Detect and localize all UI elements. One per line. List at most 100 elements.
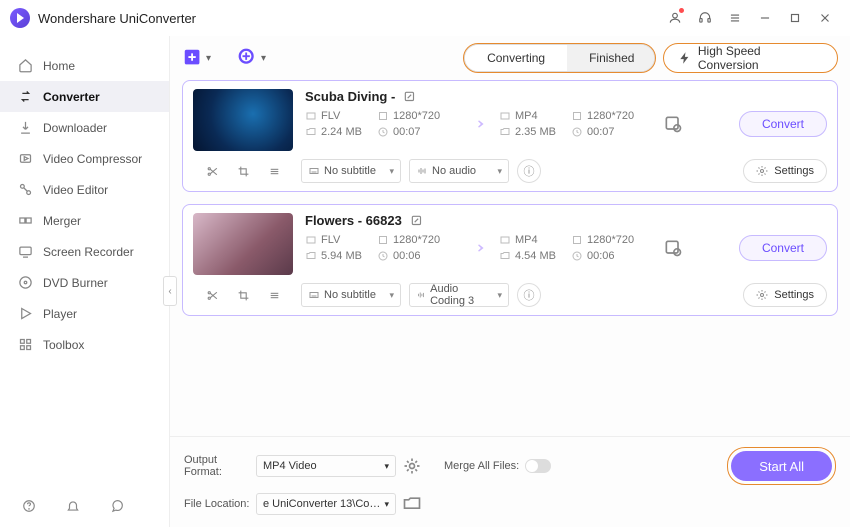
sidebar-item-label: Screen Recorder xyxy=(43,245,134,259)
bell-icon[interactable] xyxy=(62,495,84,517)
in-duration: 00:06 xyxy=(377,250,459,262)
file-location-dropdown[interactable]: e UniConverter 13\Converted▾ xyxy=(256,493,396,515)
file-thumbnail[interactable] xyxy=(193,213,293,275)
info-button[interactable]: ⓘ xyxy=(517,283,541,307)
out-size: 2.35 MB xyxy=(499,126,571,138)
sidebar-item-compressor[interactable]: Video Compressor xyxy=(0,143,169,174)
convert-button[interactable]: Convert xyxy=(739,111,827,137)
add-url-button[interactable]: ▾ xyxy=(237,47,266,69)
file-card: Scuba Diving - FLV 1280*720 MP4 1280*720… xyxy=(182,80,838,192)
sidebar-item-label: Toolbox xyxy=(43,338,84,352)
chevron-down-icon: ▾ xyxy=(389,290,394,301)
convert-button[interactable]: Convert xyxy=(739,235,827,261)
start-all-button[interactable]: Start All xyxy=(731,451,832,481)
chevron-down-icon: ▾ xyxy=(389,166,394,177)
in-format: FLV xyxy=(305,110,377,122)
more-icon[interactable] xyxy=(268,165,281,178)
menu-icon[interactable] xyxy=(724,7,746,29)
sidebar-item-label: Video Editor xyxy=(43,183,108,197)
maximize-icon[interactable] xyxy=(784,7,806,29)
merge-label: Merge All Files: xyxy=(444,460,519,472)
arrow-right-icon xyxy=(468,237,490,259)
file-thumbnail[interactable] xyxy=(193,89,293,151)
chevron-down-icon: ▾ xyxy=(384,499,389,510)
account-icon[interactable] xyxy=(664,7,686,29)
sidebar-item-editor[interactable]: Video Editor xyxy=(0,174,169,205)
chevron-down-icon: ▾ xyxy=(206,53,211,64)
high-speed-toggle[interactable]: High Speed Conversion xyxy=(663,43,838,73)
audio-dropdown[interactable]: No audio▾ xyxy=(409,159,509,183)
titlebar: Wondershare UniConverter xyxy=(0,0,850,36)
sidebar-item-dvd[interactable]: DVD Burner xyxy=(0,267,169,298)
subtitle-dropdown[interactable]: No subtitle▾ xyxy=(301,159,401,183)
settings-button[interactable]: Settings xyxy=(743,159,827,183)
trim-icon[interactable] xyxy=(206,289,219,302)
open-folder-icon[interactable] xyxy=(402,494,422,514)
file-title: Flowers - 66823 xyxy=(305,213,402,228)
in-resolution: 1280*720 xyxy=(377,110,459,122)
tab-converting[interactable]: Converting xyxy=(465,45,567,71)
sidebar-item-label: DVD Burner xyxy=(43,276,108,290)
sidebar: Home Converter Downloader Video Compress… xyxy=(0,36,170,527)
merge-toggle[interactable] xyxy=(525,459,551,473)
headset-icon[interactable] xyxy=(694,7,716,29)
in-format: FLV xyxy=(305,234,377,246)
sidebar-item-label: Downloader xyxy=(43,121,107,135)
status-tabs: Converting Finished xyxy=(464,44,655,72)
out-format: MP4 xyxy=(499,110,571,122)
out-format: MP4 xyxy=(499,234,571,246)
main-panel: ▾ ▾ Converting Finished High Speed Conve… xyxy=(170,36,850,527)
in-resolution: 1280*720 xyxy=(377,234,459,246)
info-button[interactable]: ⓘ xyxy=(517,159,541,183)
add-file-button[interactable]: ▾ xyxy=(182,47,211,69)
output-settings-icon[interactable] xyxy=(663,114,683,134)
sidebar-item-merger[interactable]: Merger xyxy=(0,205,169,236)
help-icon[interactable] xyxy=(18,495,40,517)
more-icon[interactable] xyxy=(268,289,281,302)
in-size: 2.24 MB xyxy=(305,126,377,138)
close-icon[interactable] xyxy=(814,7,836,29)
sidebar-item-toolbox[interactable]: Toolbox xyxy=(0,329,169,360)
out-duration: 00:07 xyxy=(571,126,653,138)
output-format-label: Output Format: xyxy=(184,454,256,478)
crop-icon[interactable] xyxy=(237,165,250,178)
sidebar-item-label: Player xyxy=(43,307,77,321)
sidebar-item-recorder[interactable]: Screen Recorder xyxy=(0,236,169,267)
app-title: Wondershare UniConverter xyxy=(38,11,196,26)
sidebar-item-label: Converter xyxy=(43,90,100,104)
chevron-down-icon: ▾ xyxy=(261,53,266,64)
output-settings-icon[interactable] xyxy=(663,238,683,258)
file-location-label: File Location: xyxy=(184,498,256,510)
sidebar-item-home[interactable]: Home xyxy=(0,50,169,81)
sidebar-item-downloader[interactable]: Downloader xyxy=(0,112,169,143)
high-speed-label: High Speed Conversion xyxy=(698,44,823,72)
chevron-down-icon: ▾ xyxy=(384,461,389,472)
edit-icon[interactable] xyxy=(410,214,424,228)
tab-finished[interactable]: Finished xyxy=(567,45,655,71)
in-size: 5.94 MB xyxy=(305,250,377,262)
subtitle-dropdown[interactable]: No subtitle▾ xyxy=(301,283,401,307)
feedback-icon[interactable] xyxy=(106,495,128,517)
chevron-down-icon: ▾ xyxy=(497,166,502,177)
footer: Output Format: MP4 Video▾ Merge All File… xyxy=(170,436,850,527)
crop-icon[interactable] xyxy=(237,289,250,302)
sidebar-item-converter[interactable]: Converter xyxy=(0,81,169,112)
sidebar-item-label: Home xyxy=(43,59,75,73)
settings-button[interactable]: Settings xyxy=(743,283,827,307)
app-logo-icon xyxy=(10,8,30,28)
minimize-icon[interactable] xyxy=(754,7,776,29)
output-settings-icon[interactable] xyxy=(402,456,422,476)
collapse-sidebar-button[interactable]: ‹ xyxy=(163,276,177,306)
arrow-right-icon xyxy=(468,113,490,135)
sidebar-item-player[interactable]: Player xyxy=(0,298,169,329)
audio-dropdown[interactable]: Audio Coding 3▾ xyxy=(409,283,509,307)
trim-icon[interactable] xyxy=(206,165,219,178)
output-format-dropdown[interactable]: MP4 Video▾ xyxy=(256,455,396,477)
out-resolution: 1280*720 xyxy=(571,234,653,246)
notification-dot-icon xyxy=(679,8,684,13)
out-resolution: 1280*720 xyxy=(571,110,653,122)
in-duration: 00:07 xyxy=(377,126,459,138)
edit-icon[interactable] xyxy=(403,90,417,104)
sidebar-item-label: Merger xyxy=(43,214,81,228)
out-size: 4.54 MB xyxy=(499,250,571,262)
